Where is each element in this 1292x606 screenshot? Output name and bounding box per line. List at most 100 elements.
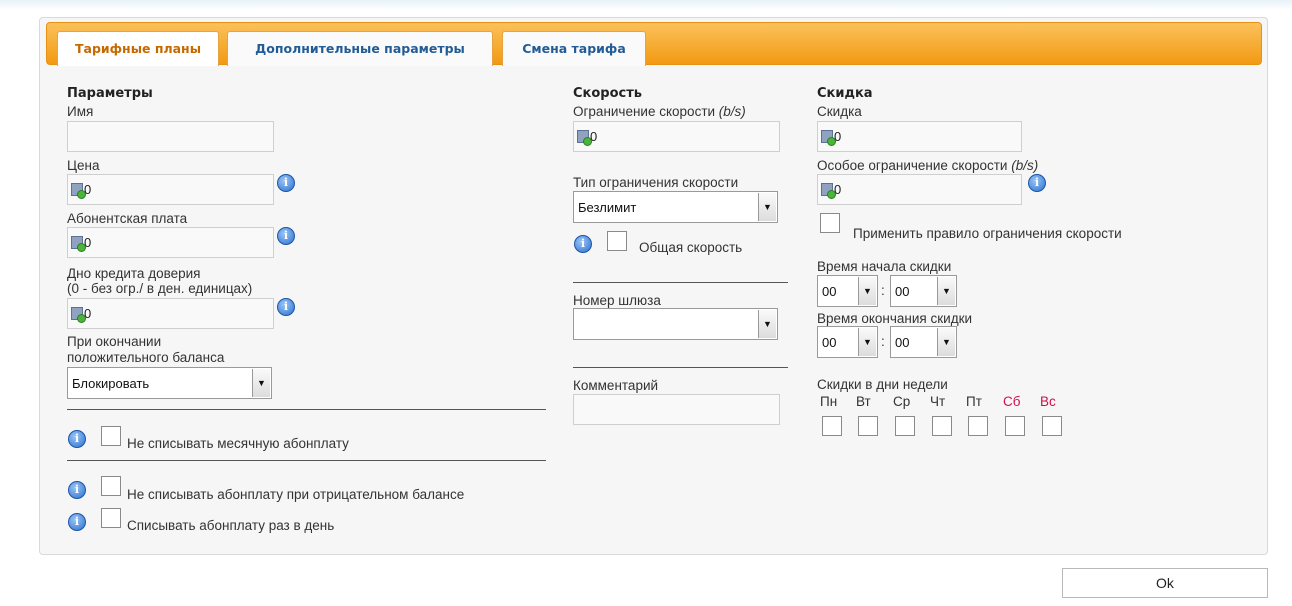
discount-label: Скидка bbox=[817, 104, 862, 119]
gateway-select[interactable]: ▼ bbox=[573, 308, 778, 340]
credit-sublabel: (0 - без огр./ в ден. единицах) bbox=[67, 281, 253, 296]
time-separator: : bbox=[881, 334, 885, 349]
day-tue-label: Вт bbox=[856, 394, 871, 409]
balance-label: При окончании bbox=[67, 334, 162, 349]
calculator-icon[interactable] bbox=[577, 130, 592, 146]
chevron-down-icon[interactable]: ▼ bbox=[937, 277, 955, 305]
no-monthly-fee-label: Не списывать месячную абонплату bbox=[127, 436, 349, 451]
chevron-down-icon[interactable]: ▼ bbox=[858, 328, 876, 356]
day-thu-checkbox[interactable] bbox=[932, 416, 952, 436]
speed-type-select[interactable]: Безлимит ▼ bbox=[573, 191, 778, 223]
day-sun-checkbox[interactable] bbox=[1042, 416, 1062, 436]
speed-type-label: Тип ограничения скорости bbox=[573, 175, 739, 190]
day-sat-checkbox[interactable] bbox=[1005, 416, 1025, 436]
divider bbox=[67, 409, 546, 410]
shared-speed-checkbox[interactable] bbox=[607, 231, 627, 251]
apply-rule-checkbox[interactable] bbox=[820, 213, 840, 233]
name-label: Имя bbox=[67, 104, 94, 119]
start-minute-value: 00 bbox=[895, 283, 910, 299]
price-info-icon[interactable]: i bbox=[277, 174, 295, 192]
speed-header: Скорость bbox=[573, 86, 642, 101]
speed-limit-label-text: Ограничение скорости bbox=[573, 104, 719, 119]
divider bbox=[573, 367, 788, 368]
special-limit-label: Особое ограничение скорости (b/s) bbox=[817, 158, 1038, 173]
chevron-down-icon[interactable]: ▼ bbox=[758, 193, 776, 221]
price-label: Цена bbox=[67, 158, 100, 173]
calculator-icon[interactable] bbox=[71, 307, 86, 323]
daily-fee-label: Списывать абонплату раз в день bbox=[127, 518, 335, 533]
fee-label: Абонентская плата bbox=[67, 211, 188, 226]
end-time-label: Время окончания скидки bbox=[817, 311, 973, 326]
tab-change-tariff[interactable]: Смена тарифа bbox=[502, 31, 646, 66]
chevron-down-icon[interactable]: ▼ bbox=[858, 277, 876, 305]
special-limit-unit: (b/s) bbox=[1011, 158, 1039, 173]
no-fee-negative-checkbox[interactable] bbox=[101, 476, 121, 496]
no-fee-negative-info-icon[interactable]: i bbox=[68, 481, 86, 499]
chevron-down-icon[interactable]: ▼ bbox=[758, 310, 776, 338]
shared-speed-info-icon[interactable]: i bbox=[574, 235, 592, 253]
day-fri-label: Пт bbox=[966, 394, 982, 409]
tab-tariff-plans[interactable]: Тарифные планы bbox=[57, 31, 219, 66]
name-input[interactable] bbox=[67, 121, 274, 152]
fee-info-icon[interactable]: i bbox=[277, 227, 295, 245]
weekdays-label: Скидки в дни недели bbox=[817, 377, 948, 392]
end-hour-value: 00 bbox=[822, 334, 837, 350]
day-sun-label: Вс bbox=[1040, 394, 1056, 409]
chevron-down-icon[interactable]: ▼ bbox=[937, 328, 955, 356]
start-hour-select[interactable]: 00 ▼ bbox=[817, 275, 878, 307]
start-time-label: Время начала скидки bbox=[817, 259, 952, 274]
no-monthly-fee-info-icon[interactable]: i bbox=[68, 430, 86, 448]
day-mon-checkbox[interactable] bbox=[822, 416, 842, 436]
end-minute-select[interactable]: 00 ▼ bbox=[890, 326, 957, 358]
calculator-icon[interactable] bbox=[71, 236, 86, 252]
divider bbox=[67, 460, 546, 461]
calculator-icon[interactable] bbox=[71, 183, 86, 199]
balance-select-value: Блокировать bbox=[72, 375, 150, 391]
daily-fee-checkbox[interactable] bbox=[101, 508, 121, 528]
credit-label: Дно кредита доверия bbox=[67, 266, 201, 281]
divider bbox=[573, 282, 788, 283]
day-tue-checkbox[interactable] bbox=[858, 416, 878, 436]
tab-bar: Тарифные планы Дополнительные параметры … bbox=[46, 22, 1262, 66]
speed-limit-label: Ограничение скорости (b/s) bbox=[573, 104, 746, 119]
start-minute-select[interactable]: 00 ▼ bbox=[890, 275, 957, 307]
day-mon-label: Пн bbox=[820, 394, 838, 409]
time-separator: : bbox=[881, 283, 885, 298]
params-header: Параметры bbox=[67, 86, 153, 101]
chevron-down-icon[interactable]: ▼ bbox=[252, 369, 270, 397]
comment-input[interactable] bbox=[573, 394, 780, 425]
discount-header: Скидка bbox=[817, 86, 873, 101]
ok-button[interactable]: Ok bbox=[1062, 568, 1268, 598]
special-limit-label-text: Особое ограничение скорости bbox=[817, 158, 1012, 173]
discount-input[interactable]: 0 bbox=[817, 121, 1022, 152]
speed-limit-unit: (b/s) bbox=[718, 104, 746, 119]
day-fri-checkbox[interactable] bbox=[968, 416, 988, 436]
day-wed-checkbox[interactable] bbox=[895, 416, 915, 436]
daily-fee-info-icon[interactable]: i bbox=[68, 513, 86, 531]
no-fee-negative-label: Не списывать абонплату при отрицательном… bbox=[127, 487, 465, 502]
top-gradient-bar bbox=[0, 0, 1292, 10]
tab-additional-params[interactable]: Дополнительные параметры bbox=[227, 31, 493, 66]
calculator-icon[interactable] bbox=[821, 130, 836, 146]
special-limit-input[interactable]: 0 bbox=[817, 174, 1022, 205]
end-minute-value: 00 bbox=[895, 334, 910, 350]
special-limit-info-icon[interactable]: i bbox=[1028, 174, 1046, 192]
apply-rule-label: Применить правило ограничения скорости bbox=[853, 226, 1122, 241]
price-input[interactable]: 0 bbox=[67, 174, 274, 205]
comment-label: Комментарий bbox=[573, 378, 659, 393]
day-thu-label: Чт bbox=[930, 394, 946, 409]
fee-input[interactable]: 0 bbox=[67, 227, 274, 258]
speed-limit-input[interactable]: 0 bbox=[573, 121, 780, 152]
balance-select[interactable]: Блокировать ▼ bbox=[67, 367, 272, 399]
calculator-icon[interactable] bbox=[821, 183, 836, 199]
credit-input[interactable]: 0 bbox=[67, 298, 274, 329]
no-monthly-fee-checkbox[interactable] bbox=[101, 426, 121, 446]
end-hour-select[interactable]: 00 ▼ bbox=[817, 326, 878, 358]
balance-sublabel: положительного баланса bbox=[67, 350, 225, 365]
speed-type-value: Безлимит bbox=[578, 199, 637, 215]
start-hour-value: 00 bbox=[822, 283, 837, 299]
day-wed-label: Ср bbox=[893, 394, 911, 409]
credit-info-icon[interactable]: i bbox=[277, 298, 295, 316]
shared-speed-label: Общая скорость bbox=[639, 240, 743, 255]
gateway-label: Номер шлюза bbox=[573, 293, 661, 308]
